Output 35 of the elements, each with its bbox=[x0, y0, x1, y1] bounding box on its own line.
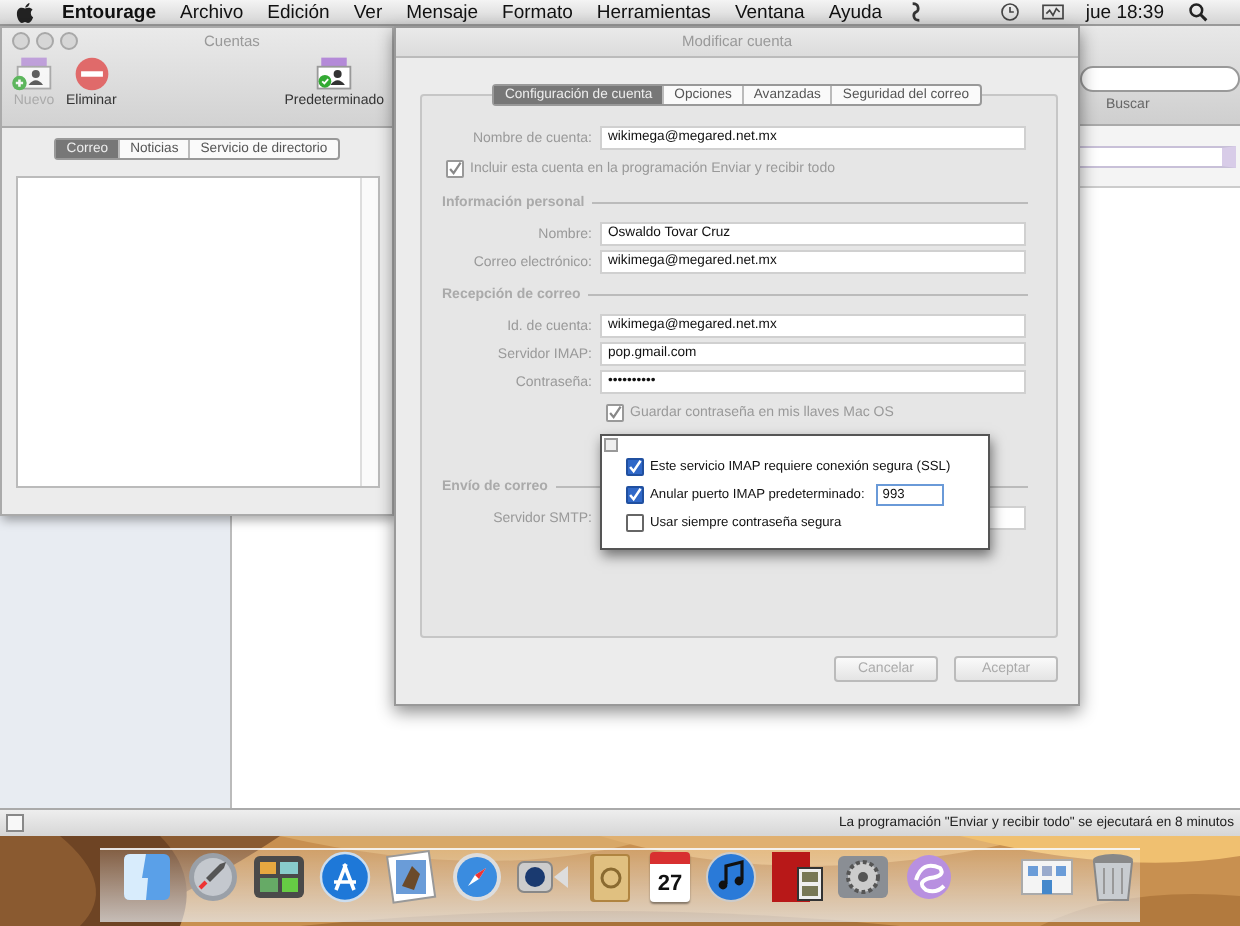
scroll-bar[interactable] bbox=[359, 178, 377, 486]
gear-icon[interactable] bbox=[836, 850, 890, 904]
swirl-icon[interactable] bbox=[902, 850, 956, 904]
menu-item[interactable]: Edición bbox=[267, 1, 330, 23]
apple-icon[interactable] bbox=[16, 1, 34, 23]
status-button[interactable] bbox=[6, 814, 24, 832]
menu-item[interactable]: Ver bbox=[353, 1, 383, 23]
checkbox[interactable] bbox=[626, 457, 644, 475]
search-icon[interactable] bbox=[1188, 2, 1208, 22]
search-field[interactable] bbox=[1080, 66, 1240, 92]
app-menu[interactable]: Entourage bbox=[62, 1, 156, 23]
calendar-icon[interactable]: 27 bbox=[650, 852, 690, 902]
menu-item[interactable]: Formato bbox=[502, 1, 573, 23]
menu-clock[interactable]: jue 18:39 bbox=[1085, 1, 1164, 23]
menu-item[interactable]: Mensaje bbox=[406, 1, 479, 23]
rocket-icon[interactable] bbox=[186, 850, 240, 904]
checkbox[interactable] bbox=[446, 159, 464, 177]
clock-icon[interactable] bbox=[999, 2, 1020, 22]
music-note-icon[interactable] bbox=[704, 850, 758, 904]
curtain-icon[interactable] bbox=[770, 850, 824, 904]
tiles-icon[interactable] bbox=[252, 850, 306, 904]
close-button[interactable] bbox=[604, 438, 618, 452]
checkbox[interactable] bbox=[626, 513, 644, 531]
display-icon[interactable] bbox=[1039, 2, 1066, 22]
calendar-date: 27 bbox=[657, 871, 683, 895]
compass-icon[interactable] bbox=[450, 850, 504, 904]
menu-item[interactable]: Ayuda bbox=[828, 1, 883, 23]
checkbox[interactable] bbox=[626, 485, 644, 503]
split-square-icon[interactable] bbox=[120, 850, 174, 904]
menu-item[interactable]: Herramientas bbox=[596, 1, 711, 23]
menu-item[interactable]: Archivo bbox=[179, 1, 244, 23]
photo-icon[interactable] bbox=[384, 850, 438, 904]
app-circle-icon[interactable] bbox=[318, 850, 372, 904]
checkbox[interactable] bbox=[606, 403, 624, 421]
menu-item[interactable]: Ventana bbox=[734, 1, 805, 23]
